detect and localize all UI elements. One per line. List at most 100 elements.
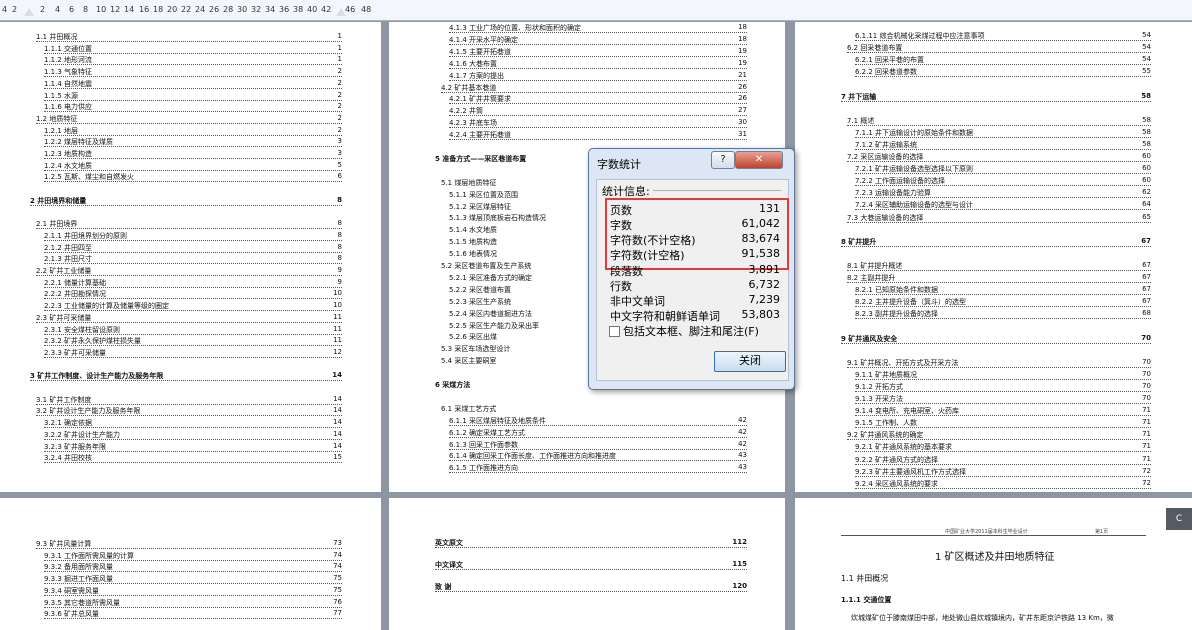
toc-entry[interactable]: 1.2.5 瓦斯、煤尘和自燃发火 6 [44, 172, 342, 183]
toc-entry[interactable]: 9.2.2 矿井通风方式的选择 71 [855, 454, 1151, 465]
toc-entry[interactable]: 4.2 矿井基本巷道 26 [441, 82, 747, 93]
toc-entry[interactable]: 8.1 矿井提升概述 67 [847, 260, 1151, 271]
toc-entry[interactable]: 6.2 回采巷道布置 54 [847, 43, 1151, 54]
toc-entry[interactable]: 6.2.2 回采巷道参数 55 [855, 67, 1151, 78]
toc-entry[interactable]: 4.2.4 主要开拓巷道 31 [449, 130, 747, 141]
toc-entry[interactable]: 9.3.5 其它巷道所需风量 76 [44, 597, 342, 608]
toc-entry[interactable]: 6.1.3 回采工作面参数 42 [449, 439, 747, 450]
toc-entry[interactable]: 7.2.1 矿井运输设备选型选择以下原则 60 [855, 164, 1151, 175]
toc-entry[interactable]: 2.1 井田境界 8 [36, 219, 342, 230]
toc-entry[interactable]: 2.3.1 安全煤柱留设原则 11 [44, 324, 342, 335]
toc-entry[interactable]: 1.1 井田概况 1 [36, 32, 342, 42]
toc-entry[interactable]: 1.1.2 地形河流 1 [44, 55, 342, 66]
toc-entry[interactable]: 9.1.1 矿井地质概况 70 [855, 369, 1151, 380]
toc-entry[interactable]: 4.2.1 矿井井筒要求 26 [449, 94, 747, 105]
toc-entry[interactable]: 4.1.3 工业广场的位置、形状和面积的确定 18 [449, 23, 747, 33]
toc-entry[interactable]: 2.1.3 井田尺寸 8 [44, 254, 342, 265]
toc-entry[interactable]: 2 井田境界和储量 8 [30, 195, 342, 206]
toc-entry[interactable]: 4.1.6 大巷布置 19 [449, 58, 747, 69]
toc-entry[interactable]: 3.2.2 矿井设计生产能力 14 [44, 429, 342, 440]
toc-entry[interactable]: 6.1.1 采区煤层特征及地质条件 42 [449, 415, 747, 426]
toc-entry[interactable]: 4.1.7 方案的提出 21 [449, 70, 747, 81]
toc-entry[interactable]: 9.2.3 矿井主要通风机工作方式选择 72 [855, 466, 1151, 477]
toc-entry[interactable]: 3.2.3 矿井服务年限 14 [44, 441, 342, 452]
toc-entry[interactable]: 6.1.4 确定回采工作面长度、工作面推进方向和推进度 43 [449, 451, 747, 462]
toc-entry[interactable]: 1.1.6 电力供应 2 [44, 102, 342, 113]
toc-entry[interactable]: 1.2.3 地质构造 3 [44, 149, 342, 159]
toc-entry[interactable]: 9.2.1 矿井通风系统的基本要求 71 [855, 442, 1151, 453]
side-panel-tab[interactable]: C [1166, 508, 1192, 530]
close-icon[interactable]: ✕ [735, 151, 783, 169]
toc-entry[interactable]: 8 矿井提升 67 [841, 236, 1151, 247]
toc-entry[interactable]: 3.2.4 井田校核 15 [44, 453, 342, 464]
toc-entry[interactable]: 1.1.3 气象特征 2 [44, 67, 342, 78]
toc-entry[interactable]: 2.2.1 储量计算基础 9 [44, 277, 342, 288]
toc-entry[interactable]: 1.2.2 煤层特征及煤质 3 [44, 137, 342, 148]
horizontal-ruler[interactable]: 4 2 2 4 6 8 10 12 14 16 18 20 22 24 26 28 30 32 34 36 38 40 42… [0, 0, 1192, 21]
toc-entry[interactable]: 9.1.4 变电所、充电硐室、火药库 71 [855, 406, 1151, 417]
toc-entry[interactable]: 1.1.5 水源 2 [44, 90, 342, 101]
toc-entry[interactable]: 2.2.3 工业储量的计算及储量等级的圈定 10 [44, 301, 342, 312]
toc-entry[interactable]: 6.2.1 回采平巷的布置 54 [855, 55, 1151, 66]
toc-entry[interactable]: 9.1.3 开采方法 70 [855, 394, 1151, 404]
toc-entry[interactable]: 中文译文 115 [435, 560, 747, 570]
toc-entry[interactable]: 英文原文 112 [435, 538, 747, 548]
toc-entry[interactable]: 1.1.1 交通位置 1 [44, 43, 342, 54]
toc-entry[interactable]: 7.1.2 矿井运输系统 58 [855, 139, 1151, 150]
toc-entry[interactable]: 9.1 矿井概况、开拓方式及开采方法 70 [847, 357, 1151, 368]
toc-entry[interactable]: 8.2.3 副井提升设备的选择 68 [855, 309, 1151, 320]
help-button[interactable]: ? [711, 151, 735, 169]
toc-entry[interactable]: 9.3.6 矿井总风量 77 [44, 609, 342, 620]
close-button[interactable]: 关闭 [714, 351, 786, 372]
toc-entry[interactable]: 9.3.2 备用面所需风量 74 [44, 562, 342, 573]
toc-entry[interactable]: 9.3.3 掘进工作面风量 75 [44, 574, 342, 585]
toc-entry[interactable]: 7.1.1 井下运输设计的原始条件和数据 58 [855, 127, 1151, 138]
toc-entry[interactable]: 2.1.2 井田四至 8 [44, 242, 342, 253]
toc-entry[interactable]: 9.2.5 工作面通风方式的选择73 [855, 490, 1151, 492]
toc-entry[interactable]: 8.2 主副井提升 67 [847, 273, 1151, 283]
include-textbox-footnotes-checkbox[interactable] [609, 326, 620, 337]
toc-entry[interactable]: 9.3 矿井风量计算 73 [36, 539, 342, 549]
toc-entry[interactable]: 1.2.4 水文地质 5 [44, 160, 342, 171]
toc-entry[interactable]: 2.3.3 矿井可采储量 12 [44, 347, 342, 358]
toc-entry[interactable]: 1.2 地质特征 2 [36, 113, 342, 124]
toc-entry[interactable]: 6.1.11 综合机械化采煤过程中应注意事项 54 [855, 31, 1151, 41]
toc-entry[interactable]: 4.1.5 主要开拓巷道 19 [449, 46, 747, 57]
toc-entry[interactable]: 3.2 矿井设计生产能力及服务年限 14 [36, 406, 342, 417]
toc-entry[interactable]: 4.2.3 井底车场 30 [449, 118, 747, 129]
toc-entry[interactable]: 7.2.3 运输设备能力验算 62 [855, 188, 1151, 199]
toc-entry[interactable]: 3.1 矿井工作制度 14 [36, 394, 342, 405]
toc-entry[interactable]: 7.3 大巷运输设备的选择 65 [847, 212, 1151, 223]
toc-entry[interactable]: 2.2.2 井田勘探情况 10 [44, 289, 342, 300]
indent-marker[interactable] [24, 8, 34, 16]
toc-entry[interactable]: 9.2 矿井通风系统的确定 71 [847, 430, 1151, 441]
toc-entry[interactable]: 6.1 采煤工艺方式 [441, 404, 747, 413]
toc-entry[interactable]: 7.1 概述 58 [847, 115, 1151, 126]
indent-marker[interactable] [336, 8, 346, 16]
toc-entry[interactable]: 8.2.2 主井提升设备（箕斗）的选型 67 [855, 297, 1151, 308]
toc-entry[interactable]: 4.2.2 井筒 27 [449, 106, 747, 117]
toc-entry[interactable]: 9.1.5 工作制、人数 71 [855, 418, 1151, 429]
toc-entry[interactable]: 1.1.4 自然地震 2 [44, 78, 342, 89]
toc-entry[interactable]: 4.1.4 开采水平的确定 18 [449, 34, 747, 45]
toc-entry[interactable]: 6.1.5 工作面推进方向 43 [449, 463, 747, 474]
toc-entry[interactable]: 3 矿井工作制度、设计生产能力及服务年限 14 [30, 371, 342, 382]
toc-entry[interactable]: 8.2.1 已知原始条件和数据 67 [855, 285, 1151, 296]
toc-entry[interactable]: 9.2.4 采区通风系统的要求 72 [855, 478, 1151, 489]
toc-entry[interactable]: 9.3.4 硐室需风量 75 [44, 585, 342, 596]
toc-entry[interactable]: 致 谢 120 [435, 582, 747, 592]
toc-entry[interactable]: 7.2 采区运输设备的选择 60 [847, 152, 1151, 162]
toc-entry[interactable]: 7.2.2 工作面运输设备的选择 60 [855, 176, 1151, 187]
toc-entry[interactable]: 2.2 矿井工业储量 9 [36, 266, 342, 276]
toc-entry[interactable]: 3.2.1 确定依据 14 [44, 418, 342, 429]
toc-entry[interactable]: 7.2.4 采区辅助运输设备的选型与设计 64 [855, 200, 1151, 211]
toc-entry[interactable]: 9 矿井通风及安全 70 [841, 333, 1151, 344]
toc-entry[interactable]: 2.1.1 井田境界划分的原则 8 [44, 230, 342, 241]
toc-entry[interactable]: 9.3.1 工作面所需风量的计算 74 [44, 550, 342, 561]
toc-entry[interactable]: 2.3.2 矿井永久保护煤柱损失量 11 [44, 336, 342, 347]
toc-entry[interactable]: 7 井下运输 58 [841, 91, 1151, 102]
toc-entry[interactable]: 1.2.1 地层 2 [44, 125, 342, 136]
toc-entry[interactable]: 2.3 矿井可采储量 11 [36, 312, 342, 323]
toc-entry[interactable]: 6.1.2 确定采煤工艺方式 42 [449, 427, 747, 438]
toc-entry[interactable]: 9.1.2 开拓方式 70 [855, 381, 1151, 392]
